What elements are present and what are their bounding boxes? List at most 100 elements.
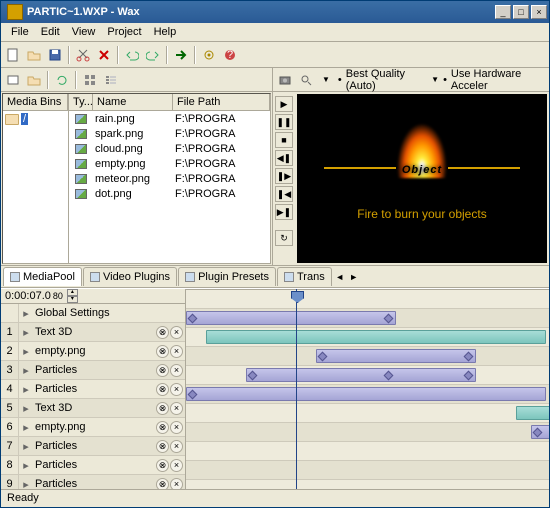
file-row[interactable]: meteor.pngF:\PROGRA xyxy=(69,171,270,186)
file-row[interactable]: empty.pngF:\PROGRA xyxy=(69,156,270,171)
track-header[interactable]: 5▸Text 3D⊗× xyxy=(1,399,185,418)
track-close[interactable]: × xyxy=(170,383,183,396)
track-close[interactable]: × xyxy=(170,345,183,358)
dropdown-icon[interactable]: ▼ xyxy=(431,75,439,84)
spin-up[interactable]: ▴ xyxy=(67,289,78,296)
expand-icon[interactable]: ▸ xyxy=(19,326,33,339)
undo-button[interactable] xyxy=(122,45,142,65)
track-close[interactable]: × xyxy=(170,402,183,415)
tab-video-plugins[interactable]: Video Plugins xyxy=(83,267,177,286)
render-button[interactable] xyxy=(171,45,191,65)
minimize-button[interactable]: _ xyxy=(495,5,511,19)
timeline-area[interactable]: 0:00:000:00:050:00:100:00:150:00:200:0 ◄… xyxy=(186,289,549,489)
track-mute[interactable]: ⊗ xyxy=(156,364,169,377)
track-close[interactable]: × xyxy=(170,421,183,434)
track-mute[interactable]: ⊗ xyxy=(156,459,169,472)
file-list: Ty... Name File Path rain.pngF:\PROGRAsp… xyxy=(69,94,270,263)
view-thumb-button[interactable] xyxy=(101,70,121,90)
track-header[interactable]: 4▸Particles⊗× xyxy=(1,380,185,399)
track-header[interactable]: 3▸Particles⊗× xyxy=(1,361,185,380)
track-header[interactable]: 8▸Particles⊗× xyxy=(1,456,185,475)
expand-icon[interactable]: ▸ xyxy=(19,345,33,358)
open-button[interactable] xyxy=(24,45,44,65)
bin-root[interactable]: / xyxy=(5,113,66,125)
dropdown-icon[interactable]: ▼ xyxy=(322,75,330,84)
goto-end-button[interactable]: ▶❚ xyxy=(275,204,293,220)
pause-button[interactable]: ❚❚ xyxy=(275,114,293,130)
track-mute[interactable]: ⊗ xyxy=(156,326,169,339)
spin-down[interactable]: ▾ xyxy=(67,296,78,303)
col-path[interactable]: File Path xyxy=(173,94,270,111)
goto-start-button[interactable]: ❚◀ xyxy=(275,186,293,202)
loop-button[interactable]: ↻ xyxy=(275,230,293,246)
delete-button[interactable] xyxy=(94,45,114,65)
add-folder-button[interactable] xyxy=(24,70,44,90)
expand-icon[interactable]: ▸ xyxy=(19,383,33,396)
file-row[interactable]: cloud.pngF:\PROGRA xyxy=(69,141,270,156)
zoom-button[interactable] xyxy=(298,70,315,90)
tab-transitions[interactable]: Trans xyxy=(277,267,332,286)
new-button[interactable] xyxy=(3,45,23,65)
tab-plugin-presets[interactable]: Plugin Presets xyxy=(178,267,276,286)
image-icon xyxy=(75,174,87,184)
menu-file[interactable]: File xyxy=(5,24,35,40)
expand-icon[interactable]: ▸ xyxy=(19,307,33,320)
track-close[interactable]: × xyxy=(170,440,183,453)
track-header[interactable]: 6▸empty.png⊗× xyxy=(1,418,185,437)
track-header[interactable]: ▸Global Settings xyxy=(1,304,185,323)
tabs-prev[interactable]: ◄ xyxy=(333,272,347,282)
track-mute[interactable]: ⊗ xyxy=(156,440,169,453)
menu-help[interactable]: Help xyxy=(148,24,183,40)
expand-icon[interactable]: ▸ xyxy=(19,459,33,472)
play-button[interactable]: ▶ xyxy=(275,96,293,112)
refresh-button[interactable] xyxy=(52,70,72,90)
file-row[interactable]: dot.pngF:\PROGRA xyxy=(69,186,270,201)
expand-icon[interactable]: ▸ xyxy=(19,478,33,490)
close-button[interactable]: × xyxy=(531,5,547,19)
track-close[interactable]: × xyxy=(170,478,183,490)
track-header[interactable]: 1▸Text 3D⊗× xyxy=(1,323,185,342)
track-header[interactable]: 7▸Particles⊗× xyxy=(1,437,185,456)
track-close[interactable]: × xyxy=(170,364,183,377)
track-mute[interactable]: ⊗ xyxy=(156,345,169,358)
stop-button[interactable]: ■ xyxy=(275,132,293,148)
expand-icon[interactable]: ▸ xyxy=(19,440,33,453)
menu-edit[interactable]: Edit xyxy=(35,24,66,40)
tabs-next[interactable]: ► xyxy=(347,272,361,282)
view-list-button[interactable] xyxy=(80,70,100,90)
col-type[interactable]: Ty... xyxy=(69,94,93,111)
file-row[interactable]: spark.pngF:\PROGRA xyxy=(69,126,270,141)
redo-button[interactable] xyxy=(143,45,163,65)
track-close[interactable]: × xyxy=(170,459,183,472)
menu-project[interactable]: Project xyxy=(101,24,147,40)
menu-view[interactable]: View xyxy=(66,24,102,40)
track-mute[interactable]: ⊗ xyxy=(156,383,169,396)
quality-select[interactable]: Best Quality (Auto) xyxy=(346,68,425,92)
media-bins: Media Bins / xyxy=(3,94,69,263)
track-mute[interactable]: ⊗ xyxy=(156,421,169,434)
image-icon xyxy=(75,144,87,154)
tab-mediapool[interactable]: MediaPool xyxy=(3,267,82,286)
file-row[interactable]: rain.pngF:\PROGRA xyxy=(69,111,270,126)
track-mute[interactable]: ⊗ xyxy=(156,478,169,490)
hw-accel-label[interactable]: Use Hardware Acceler xyxy=(451,68,545,92)
help-button[interactable]: ? xyxy=(220,45,240,65)
next-frame-button[interactable]: ❚▶ xyxy=(275,168,293,184)
track-mute[interactable]: ⊗ xyxy=(156,402,169,415)
prev-frame-button[interactable]: ◀❚ xyxy=(275,150,293,166)
save-button[interactable] xyxy=(45,45,65,65)
maximize-button[interactable]: □ xyxy=(513,5,529,19)
cut-button[interactable] xyxy=(73,45,93,65)
add-media-button[interactable] xyxy=(3,70,23,90)
track-header[interactable]: 9▸Particles⊗× xyxy=(1,475,185,489)
playhead[interactable] xyxy=(296,289,297,489)
col-name[interactable]: Name xyxy=(93,94,173,111)
expand-icon[interactable]: ▸ xyxy=(19,364,33,377)
camera-button[interactable] xyxy=(277,70,294,90)
track-close[interactable]: × xyxy=(170,326,183,339)
media-panel: Media Bins / Ty... Name File Path rain.p… xyxy=(1,68,273,265)
expand-icon[interactable]: ▸ xyxy=(19,421,33,434)
expand-icon[interactable]: ▸ xyxy=(19,402,33,415)
settings-button[interactable] xyxy=(199,45,219,65)
track-header[interactable]: 2▸empty.png⊗× xyxy=(1,342,185,361)
